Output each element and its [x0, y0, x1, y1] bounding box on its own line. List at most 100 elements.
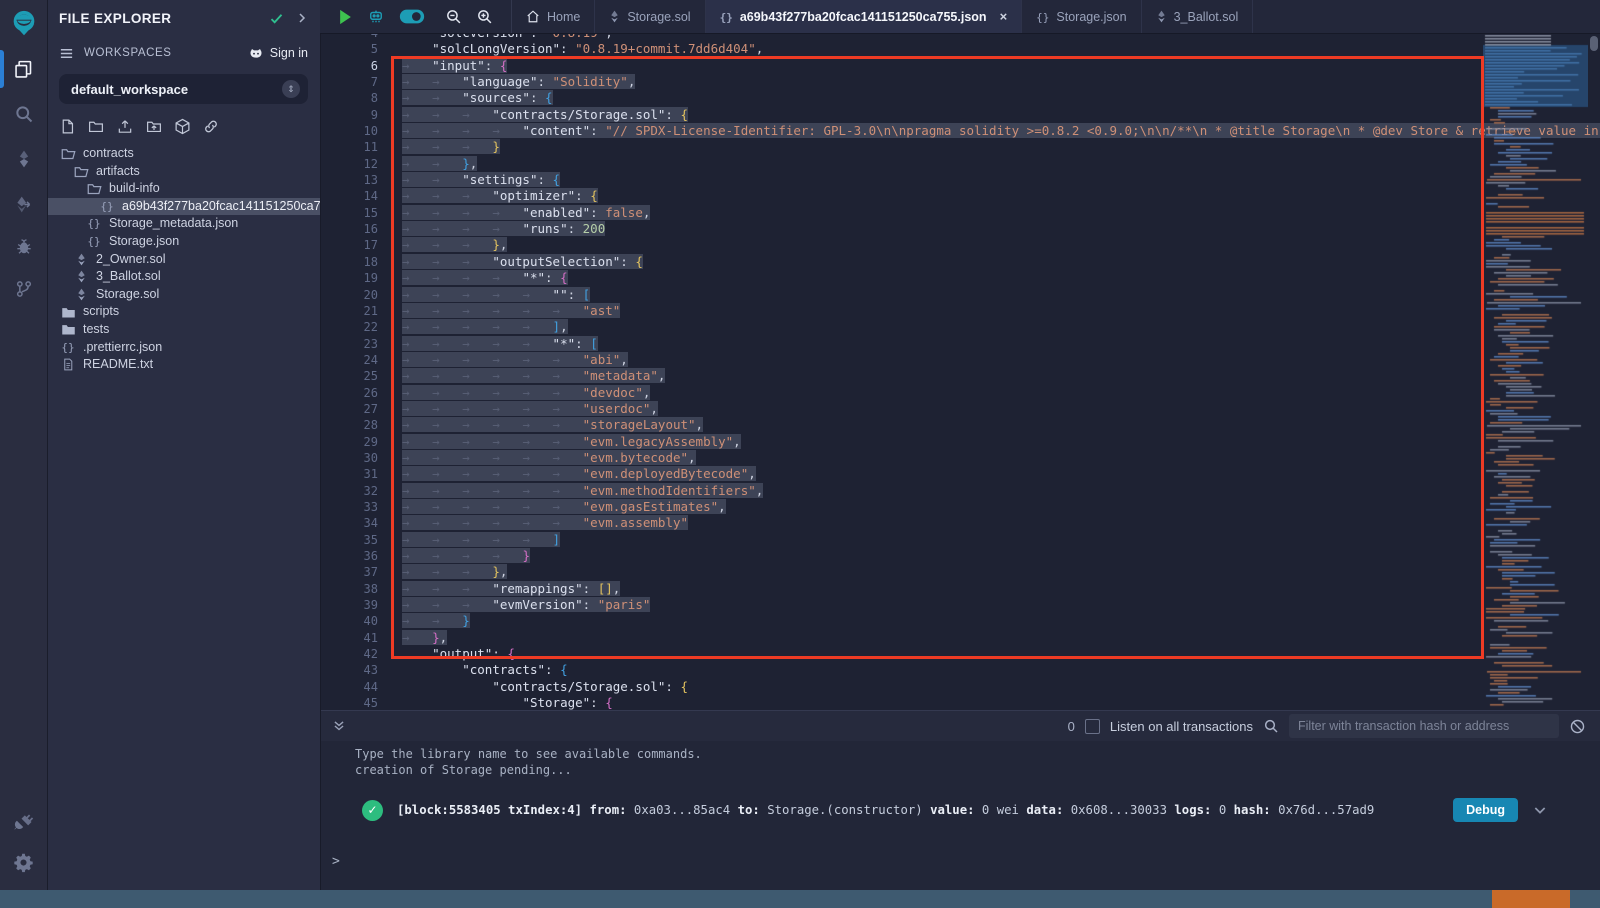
status-alert-segment[interactable] [1492, 890, 1570, 908]
line-number[interactable]: 21 [320, 303, 402, 319]
line-number[interactable]: 4 [320, 33, 402, 41]
code-line[interactable]: 4 "solcVersion": "0.8.19", [320, 33, 1600, 41]
sidebar-item-git[interactable] [0, 272, 47, 306]
line-number[interactable]: 32 [320, 483, 402, 499]
new-file-icon[interactable] [59, 118, 76, 135]
transaction-row[interactable]: ✓ [block:5583405 txIndex:4] from: 0xa03.… [320, 795, 1600, 825]
box-icon[interactable] [174, 118, 191, 135]
line-number[interactable]: 23 [320, 336, 402, 352]
hamburger-icon[interactable] [59, 46, 74, 61]
code-line[interactable]: 10→ → → → "content": "// SPDX-License-Id… [320, 123, 1600, 139]
sidebar-item-plugin-manager[interactable] [0, 805, 47, 839]
code-line[interactable]: 6→ "input": { [320, 58, 1600, 74]
line-number[interactable]: 17 [320, 237, 402, 253]
sign-in-button[interactable]: Sign in [248, 46, 308, 60]
line-number[interactable]: 35 [320, 532, 402, 548]
code-line[interactable]: 13→ → "settings": { [320, 172, 1600, 188]
line-number[interactable]: 36 [320, 548, 402, 564]
tree-item[interactable]: 3_Ballot.sol [47, 268, 320, 286]
tab-home[interactable]: Home [512, 0, 595, 33]
code-line[interactable]: 34→ → → → → → "evm.assembly" [320, 515, 1600, 531]
tab-a69b43f277ba20fcac141151250ca755-json[interactable]: {}a69b43f277ba20fcac141151250ca755.json× [706, 0, 1023, 33]
line-number[interactable]: 18 [320, 254, 402, 270]
code-line[interactable]: 22→ → → → → ], [320, 319, 1600, 335]
code-line[interactable]: 45 "Storage": { [320, 695, 1600, 710]
line-number[interactable]: 41 [320, 630, 402, 646]
code-line[interactable]: 24→ → → → → → "abi", [320, 352, 1600, 368]
run-script-button[interactable] [338, 9, 353, 25]
line-number[interactable]: 11 [320, 139, 402, 155]
zoom-in-icon[interactable] [476, 8, 493, 25]
tree-item[interactable]: {}a69b43f277ba20fcac141151250ca7... [47, 198, 320, 216]
code-line[interactable]: 23→ → → → → "*": [ [320, 336, 1600, 352]
code-line[interactable]: 29→ → → → → → "evm.legacyAssembly", [320, 434, 1600, 450]
ai-assistant-icon[interactable] [367, 8, 385, 26]
transaction-filter-input[interactable] [1289, 714, 1559, 738]
tree-item[interactable]: Storage.sol [47, 286, 320, 304]
tree-item[interactable]: build-info [47, 180, 320, 198]
code-line[interactable]: 36→ → → → } [320, 548, 1600, 564]
code-line[interactable]: 21→ → → → → → "ast" [320, 303, 1600, 319]
workspace-select[interactable]: default_workspace ⇕ [59, 74, 308, 104]
chevron-right-icon[interactable] [296, 12, 308, 24]
code-editor[interactable]: 4 "solcVersion": "0.8.19",5 "solcLongVer… [320, 33, 1600, 710]
code-line[interactable]: 40→ → } [320, 613, 1600, 629]
sidebar-item-file-explorer[interactable] [0, 52, 47, 86]
close-tab-icon[interactable]: × [1000, 9, 1008, 24]
line-number[interactable]: 29 [320, 434, 402, 450]
code-line[interactable]: 25→ → → → → → "metadata", [320, 368, 1600, 384]
editor-scrollbar[interactable] [1590, 36, 1598, 51]
tx-expand-chevron-icon[interactable] [1532, 802, 1548, 818]
listen-checkbox[interactable] [1085, 719, 1100, 734]
line-number[interactable]: 30 [320, 450, 402, 466]
tree-item[interactable]: contracts [47, 145, 320, 163]
line-number[interactable]: 14 [320, 188, 402, 204]
code-line[interactable]: 28→ → → → → → "storageLayout", [320, 417, 1600, 433]
line-number[interactable]: 42 [320, 646, 402, 662]
line-number[interactable]: 27 [320, 401, 402, 417]
expand-terminal-icon[interactable] [332, 719, 346, 733]
code-line[interactable]: 44 "contracts/Storage.sol": { [320, 679, 1600, 695]
tab-storage-json[interactable]: {}Storage.json [1022, 0, 1141, 33]
line-number[interactable]: 38 [320, 581, 402, 597]
tree-item[interactable]: 2_Owner.sol [47, 251, 320, 269]
line-number[interactable]: 13 [320, 172, 402, 188]
line-number[interactable]: 8 [320, 90, 402, 106]
tree-item[interactable]: tests [47, 321, 320, 339]
code-line[interactable]: 11→ → → } [320, 139, 1600, 155]
line-number[interactable]: 16 [320, 221, 402, 237]
sidebar-item-settings[interactable] [0, 845, 47, 879]
code-line[interactable]: 15→ → → → "enabled": false, [320, 205, 1600, 221]
line-number[interactable]: 45 [320, 695, 402, 710]
line-number[interactable]: 10 [320, 123, 402, 139]
toggle-icon[interactable] [399, 8, 425, 25]
line-number[interactable]: 9 [320, 107, 402, 123]
code-line[interactable]: 5 "solcLongVersion": "0.8.19+commit.7dd6… [320, 41, 1600, 57]
line-number[interactable]: 7 [320, 74, 402, 90]
sidebar-item-debugger[interactable] [0, 230, 47, 264]
code-line[interactable]: 43 "contracts": { [320, 662, 1600, 678]
code-line[interactable]: 26→ → → → → → "devdoc", [320, 385, 1600, 401]
sidebar-item-solidity-compiler[interactable] [0, 142, 47, 176]
code-line[interactable]: 20→ → → → → "": [ [320, 287, 1600, 303]
code-line[interactable]: 33→ → → → → → "evm.gasEstimates", [320, 499, 1600, 515]
upload-file-icon[interactable] [116, 118, 134, 135]
code-line[interactable]: 14→ → → "optimizer": { [320, 188, 1600, 204]
code-line[interactable]: 27→ → → → → → "userdoc", [320, 401, 1600, 417]
tab-storage-sol[interactable]: Storage.sol [595, 0, 705, 33]
code-line[interactable]: 38→ → → "remappings": [], [320, 581, 1600, 597]
clear-console-icon[interactable] [1569, 718, 1586, 735]
tree-item[interactable]: {}.prettierrc.json [47, 339, 320, 357]
line-number[interactable]: 43 [320, 662, 402, 678]
code-line[interactable]: 18→ → → "outputSelection": { [320, 254, 1600, 270]
sidebar-item-search[interactable] [0, 97, 47, 131]
code-line[interactable]: 7→ → "language": "Solidity", [320, 74, 1600, 90]
line-number[interactable]: 5 [320, 41, 402, 57]
minimap[interactable] [1483, 33, 1588, 710]
line-number[interactable]: 19 [320, 270, 402, 286]
new-folder-icon[interactable] [87, 118, 105, 135]
line-number[interactable]: 31 [320, 466, 402, 482]
code-line[interactable]: 8→ → "sources": { [320, 90, 1600, 106]
sidebar-item-deploy-and-run[interactable] [0, 187, 47, 221]
line-number[interactable]: 28 [320, 417, 402, 433]
